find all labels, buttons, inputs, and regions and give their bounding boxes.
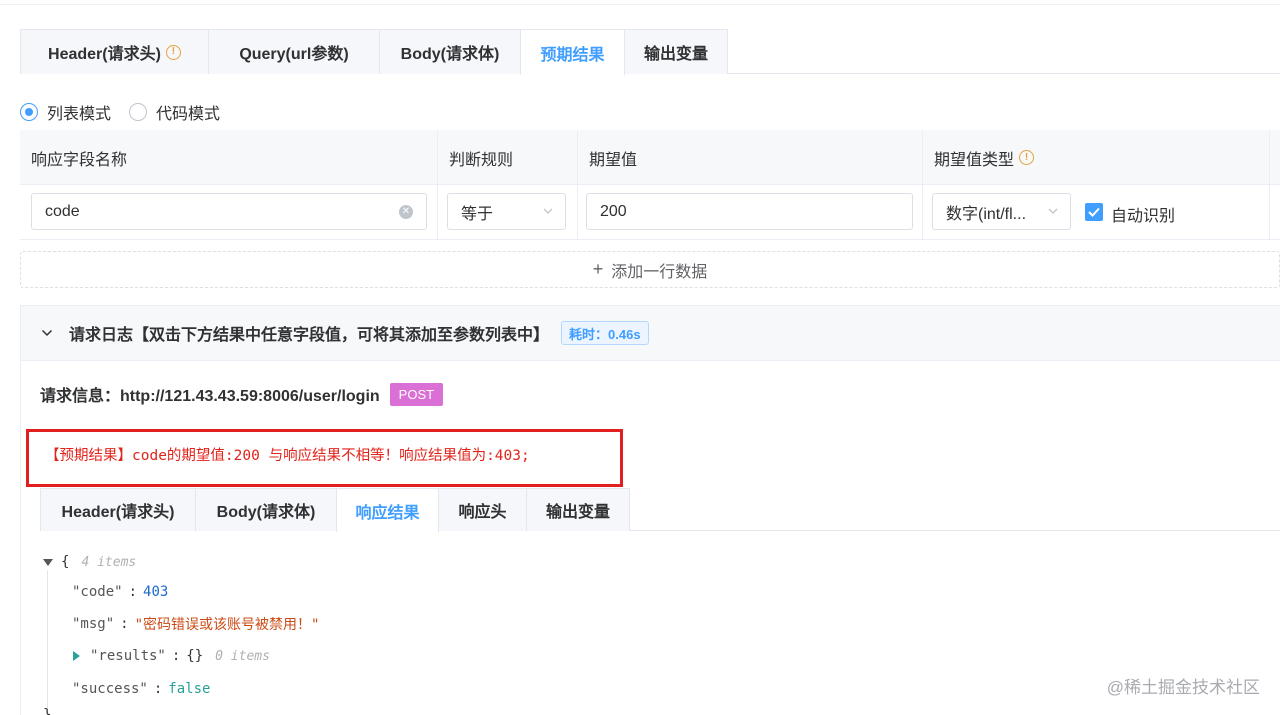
elapsed-time-badge: 耗时：0.46s bbox=[561, 321, 649, 345]
request-log-header[interactable]: 请求日志【双击下方结果中任意字段值，可将其添加至参数列表中】 耗时：0.46s bbox=[21, 306, 1280, 361]
json-close-brace: } bbox=[43, 707, 52, 715]
tab-query-label: Query(url参数) bbox=[239, 46, 349, 63]
header-field: 响应字段名称 bbox=[20, 130, 438, 185]
json-value[interactable]: false bbox=[168, 681, 210, 697]
tab-body-label: Body(请求体) bbox=[400, 46, 500, 63]
assertion-error-box: 【预期结果】code的期望值:200 与响应结果不相等！响应结果值为:403; bbox=[26, 429, 623, 487]
tab-response-headers-label: 响应头 bbox=[458, 504, 507, 521]
tab-response-headers[interactable]: 响应头 bbox=[438, 488, 527, 531]
json-value[interactable]: {} bbox=[186, 648, 203, 664]
tab-result-header-label: Header(请求头) bbox=[61, 504, 175, 521]
auto-detect-checkbox[interactable] bbox=[1085, 203, 1103, 221]
header-type-label: 期望值类型 bbox=[934, 151, 1015, 169]
chevron-down-icon[interactable] bbox=[41, 327, 53, 339]
json-close-line: } bbox=[43, 704, 51, 715]
json-value[interactable]: 403 bbox=[143, 584, 168, 600]
assertion-error-text: 【预期结果】code的期望值:200 与响应结果不相等！响应结果值为:403; bbox=[45, 448, 530, 464]
json-key: "success" bbox=[72, 681, 148, 697]
tab-response-result[interactable]: 响应结果 bbox=[336, 488, 439, 532]
request-info: 请求信息：http://121.43.43.59:8006/user/login… bbox=[40, 382, 444, 406]
field-name-input[interactable]: code ✕ bbox=[31, 193, 427, 230]
cell-field: code ✕ bbox=[20, 185, 438, 240]
json-line-success: "success" : false bbox=[72, 678, 210, 700]
warning-icon: ! bbox=[1019, 150, 1035, 165]
watermark: @稀土掘金技术社区 bbox=[1106, 678, 1260, 697]
method-badge: POST bbox=[389, 382, 444, 406]
list-mode-radio[interactable]: 列表模式 bbox=[20, 100, 111, 124]
tab-result-body[interactable]: Body(请求体) bbox=[195, 488, 337, 531]
expected-value: 200 bbox=[600, 202, 627, 220]
json-line-msg: "msg" : "密码错误或该账号被禁用！" bbox=[72, 613, 319, 635]
request-info-label: 请求信息：http://121.43.43.59:8006/user/login bbox=[40, 388, 380, 405]
header-type: 期望值类型 ! bbox=[923, 130, 1270, 185]
tab-result-output-vars-label: 输出变量 bbox=[545, 504, 610, 521]
json-item-count: 0 items bbox=[215, 648, 270, 664]
radio-dot bbox=[129, 103, 148, 121]
json-colon: : bbox=[153, 681, 163, 697]
chevron-down-icon bbox=[1048, 208, 1058, 214]
tab-result-header[interactable]: Header(请求头) bbox=[40, 488, 196, 531]
json-colon: : bbox=[171, 648, 181, 664]
json-line-results: "results" : {} 0 items bbox=[73, 645, 270, 667]
check-icon bbox=[1088, 207, 1100, 217]
header-rule: 判断规则 bbox=[438, 130, 578, 185]
json-line-code: "code" : 403 bbox=[72, 581, 168, 603]
field-name-value: code bbox=[45, 202, 80, 220]
code-mode-radio[interactable]: 代码模式 bbox=[129, 100, 220, 124]
rule-select-value: 等于 bbox=[461, 205, 494, 223]
assertion-table: 响应字段名称 判断规则 期望值 期望值类型 ! code ✕ 等于 200 数字… bbox=[20, 130, 1280, 240]
auto-detect-label: 自动识别 bbox=[1111, 208, 1176, 225]
json-key: "results" bbox=[90, 648, 166, 664]
add-row-label: 添加一行数据 bbox=[611, 263, 708, 281]
cell-expected: 200 bbox=[578, 185, 923, 240]
tab-output-vars[interactable]: 输出变量 bbox=[624, 29, 728, 74]
json-root-line: { 4 items bbox=[43, 551, 136, 573]
expand-triangle-icon[interactable] bbox=[73, 651, 80, 661]
type-select-value: 数字(int/fl... bbox=[946, 205, 1027, 223]
tab-response-result-label: 响应结果 bbox=[355, 504, 420, 522]
expected-value-input[interactable]: 200 bbox=[586, 193, 913, 230]
radio-dot bbox=[20, 103, 38, 121]
tab-output-vars-label: 输出变量 bbox=[643, 46, 708, 63]
config-tabs: Header(请求头) ! Query(url参数) Body(请求体) 预期结… bbox=[20, 29, 1280, 75]
header-expected: 期望值 bbox=[578, 130, 923, 185]
tab-header[interactable]: Header(请求头) ! bbox=[20, 29, 209, 74]
json-colon: : bbox=[120, 616, 129, 632]
plus-icon: + bbox=[592, 259, 604, 279]
json-key: "code" bbox=[72, 584, 123, 600]
table-row: code ✕ 等于 200 数字(int/fl... 自动识别 bbox=[20, 185, 1280, 240]
clear-icon[interactable]: ✕ bbox=[399, 205, 413, 219]
tab-result-body-label: Body(请求体) bbox=[216, 504, 316, 521]
warning-icon: ! bbox=[165, 44, 181, 60]
cell-rule: 等于 bbox=[438, 185, 578, 240]
tab-expected-label: 预期结果 bbox=[540, 46, 605, 64]
table-header: 响应字段名称 判断规则 期望值 期望值类型 ! bbox=[20, 130, 1280, 185]
json-key: "msg" bbox=[72, 616, 115, 632]
collapse-triangle-icon[interactable] bbox=[43, 558, 53, 566]
tab-result-output-vars[interactable]: 输出变量 bbox=[526, 488, 630, 531]
json-colon: : bbox=[128, 584, 138, 600]
json-value[interactable]: "密码错误或该账号被禁用！" bbox=[135, 614, 320, 634]
rule-select[interactable]: 等于 bbox=[447, 193, 566, 230]
list-mode-label: 列表模式 bbox=[47, 106, 112, 123]
result-tabs: Header(请求头) Body(请求体) 响应结果 响应头 输出变量 bbox=[40, 488, 1280, 532]
json-open-brace: { bbox=[61, 554, 70, 570]
add-row-button[interactable]: + 添加一行数据 bbox=[20, 251, 1280, 288]
type-select[interactable]: 数字(int/fl... bbox=[932, 193, 1071, 230]
json-item-count: 4 items bbox=[81, 554, 137, 570]
code-mode-label: 代码模式 bbox=[156, 106, 221, 123]
tab-header-label: Header(请求头) bbox=[48, 46, 161, 63]
tab-query[interactable]: Query(url参数) bbox=[208, 29, 380, 74]
top-divider bbox=[0, 4, 1280, 5]
request-log-title: 请求日志【双击下方结果中任意字段值，可将其添加至参数列表中】 bbox=[69, 327, 550, 344]
cell-type: 数字(int/fl... 自动识别 bbox=[923, 185, 1270, 240]
mode-selector: 列表模式 代码模式 bbox=[20, 101, 238, 123]
json-indent-guide bbox=[47, 570, 48, 715]
tab-body[interactable]: Body(请求体) bbox=[379, 29, 521, 74]
tab-expected[interactable]: 预期结果 bbox=[520, 29, 625, 75]
chevron-down-icon bbox=[543, 208, 553, 214]
